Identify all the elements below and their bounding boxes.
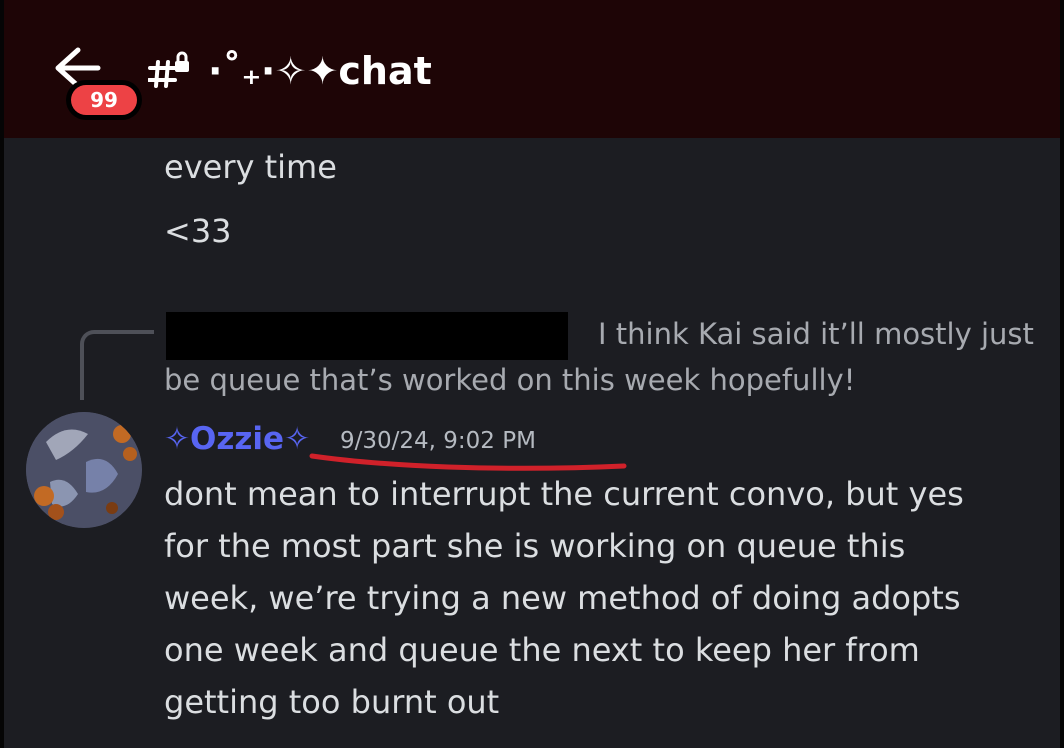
avatar[interactable] xyxy=(26,412,142,528)
message-username[interactable]: ✧Ozzie✧ xyxy=(164,418,310,460)
text-channel-locked-icon xyxy=(147,50,192,90)
channel-name: ·˚₊‧✧✦chat xyxy=(208,49,432,93)
message-line: week, we’re trying a new method of doing… xyxy=(164,579,961,617)
reply-preview-text[interactable]: be queue that’s worked on this week hope… xyxy=(164,360,855,400)
reply-connector xyxy=(80,330,154,400)
message-line: getting too burnt out xyxy=(164,683,500,721)
message-line: dont mean to interrupt the current convo… xyxy=(164,475,964,513)
red-underline-annotation xyxy=(309,453,627,471)
redacted-replied-user xyxy=(166,312,568,360)
message-line: for the most part she is working on queu… xyxy=(164,527,906,565)
reply-preview-text[interactable]: I think Kai said it’ll mostly just xyxy=(598,314,1034,354)
message-line: one week and queue the next to keep her … xyxy=(164,631,920,669)
previous-message-line: every time xyxy=(164,148,337,186)
screen-edge-right xyxy=(1060,0,1064,748)
previous-message-line: <33 xyxy=(164,212,232,250)
unread-badge[interactable]: 99 xyxy=(66,80,142,120)
unread-count: 99 xyxy=(71,85,137,115)
chat-screen: ·˚₊‧✧✦chat 99 every time <33 I think Kai… xyxy=(0,0,1064,748)
channel-header: ·˚₊‧✧✦chat xyxy=(4,0,1060,138)
